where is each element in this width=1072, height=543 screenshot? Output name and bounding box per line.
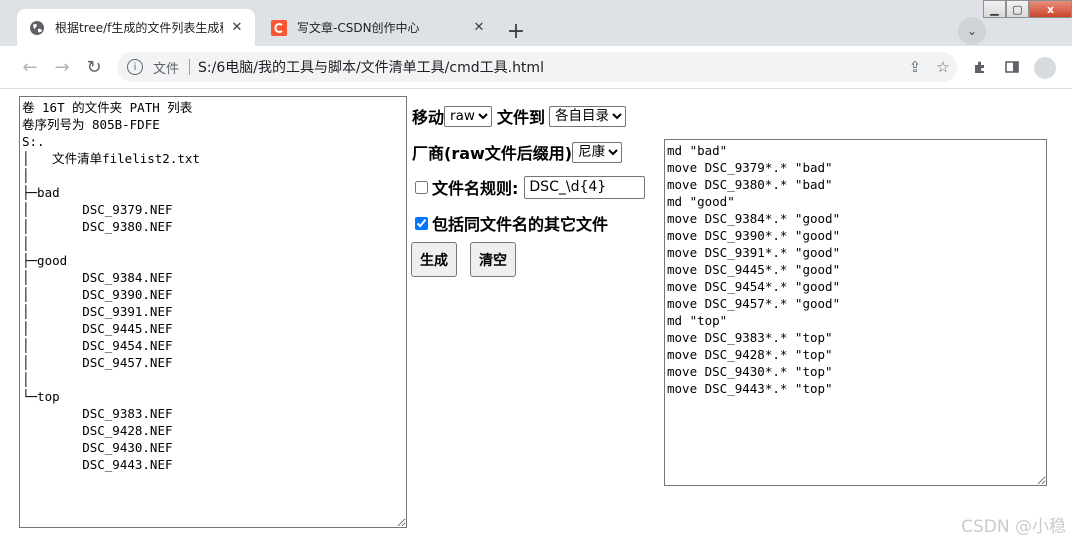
filename-rule-input[interactable] [524,175,646,199]
vendor-row: 厂商(raw文件后缀用) 尼康 [412,140,623,164]
tab-close-icon[interactable]: ✕ [471,20,487,36]
tab-close-icon[interactable]: ✕ [229,20,245,36]
reload-icon[interactable]: ↻ [81,54,107,80]
address-bar[interactable]: i 文件 S:/6电脑/我的工具与脚本/文件清单工具/cmd工具.html ⇪ … [117,52,957,82]
profile-avatar[interactable] [1032,55,1058,81]
chevron-down-icon: ⌄ [966,24,978,38]
scheme-label: 文件 [153,61,180,77]
globe-icon [29,20,45,36]
generate-button[interactable]: 生成 [411,242,457,277]
files-to-label: 文件到 [497,108,546,127]
new-tab-button[interactable]: + [502,17,530,45]
tab-csdn-editor[interactable]: 写文章-CSDN创作中心 ✕ [259,9,497,46]
maximize-button[interactable]: ▢ [1006,0,1029,18]
include-same-name-label: 包括同文件名的其它文件 [432,215,609,234]
include-same-name-row: 包括同文件名的其它文件 [412,211,608,235]
source-list-textarea[interactable]: 卷 16T 的文件夹 PATH 列表 卷序列号为 805B-FDFE S:. │… [19,96,407,528]
info-icon[interactable]: i [127,59,143,75]
browser-toolbar: ← → ↻ i 文件 S:/6电脑/我的工具与脚本/文件清单工具/cmd工具.h… [0,46,1072,89]
move-label: 移动 [412,108,445,127]
vendor-select[interactable]: 尼康 [572,141,623,163]
minimize-button[interactable]: ▁ [983,0,1006,18]
forward-arrow-icon[interactable]: → [49,54,75,80]
tab-title: 根据tree/f生成的文件列表生成移 [55,21,223,35]
move-type-select[interactable]: raw [444,105,493,127]
filename-rule-checkbox[interactable] [415,180,428,194]
address-separator [189,59,191,75]
include-same-name-checkbox[interactable] [415,216,428,230]
csdn-watermark: CSDN @小稳 [961,517,1066,537]
tab-strip: 根据tree/f生成的文件列表生成移 ✕ 写文章-CSDN创作中心 ✕ + ⌄ … [0,0,1072,46]
move-options-row: 移动 raw 文件到 各自目录 [412,104,627,128]
vendor-label: 厂商(raw文件后缀用) [412,144,573,163]
tab-cmd-tool[interactable]: 根据tree/f生成的文件列表生成移 ✕ [17,9,255,46]
back-arrow-icon[interactable]: ← [17,54,43,80]
close-window-button[interactable]: x [1029,0,1072,18]
side-panel-icon[interactable] [999,54,1025,80]
share-icon[interactable]: ⇪ [901,58,929,76]
url-text[interactable]: S:/6电脑/我的工具与脚本/文件清单工具/cmd工具.html [198,57,901,77]
filename-rule-row: 文件名规则: [412,175,646,199]
destination-select[interactable]: 各自目录 [549,105,627,127]
csdn-logo-icon [271,19,287,36]
bookmark-star-icon[interactable]: ☆ [929,58,957,76]
filename-rule-label: 文件名规则: [432,179,519,198]
tab-title: 写文章-CSDN创作中心 [297,21,420,35]
window-controls: ▁ ▢ x [983,0,1072,18]
tab-search-button[interactable]: ⌄ [958,17,986,45]
clear-button[interactable]: 清空 [470,242,516,277]
output-commands-textarea[interactable]: md "bad" move DSC_9379*.* "bad" move DSC… [664,139,1047,486]
extensions-puzzle-icon[interactable] [967,54,993,80]
